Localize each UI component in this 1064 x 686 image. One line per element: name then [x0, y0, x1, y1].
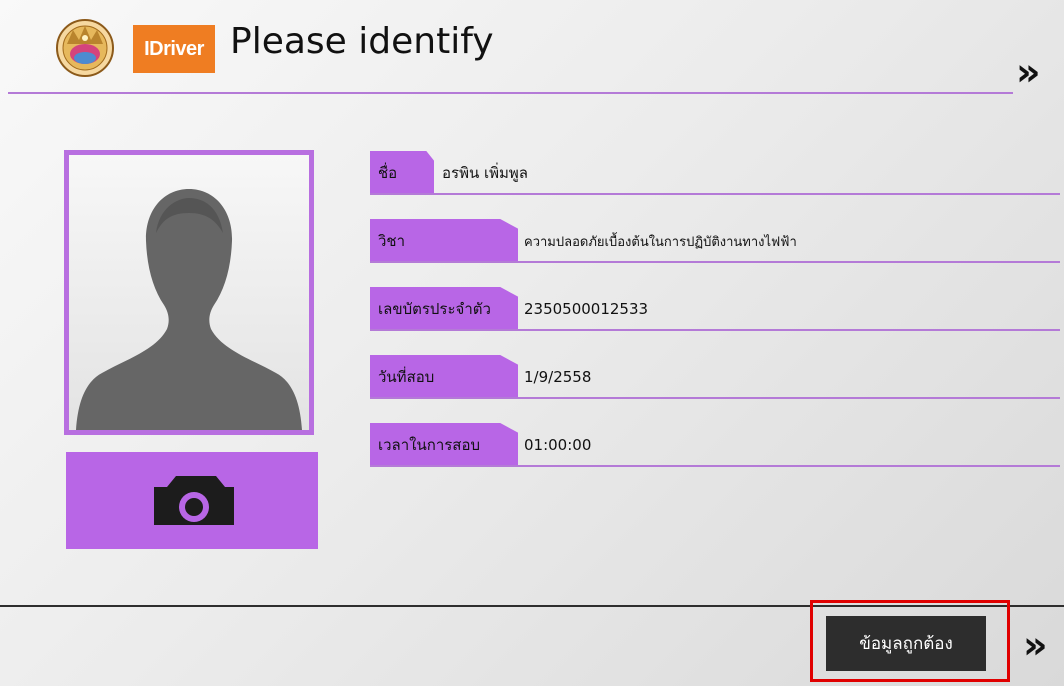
double-chevron-right-icon[interactable]: »	[1016, 52, 1041, 92]
idriver-logo: IDriver	[133, 25, 215, 73]
camera-icon	[154, 476, 234, 525]
info-label: วิชา	[370, 219, 518, 263]
header-divider	[8, 92, 1013, 94]
person-silhouette-icon	[76, 189, 302, 430]
info-row-exam-duration: เวลาในการสอบ 01:00:00	[370, 423, 1060, 467]
info-label: วันที่สอบ	[370, 355, 518, 399]
double-chevron-right-icon[interactable]: »	[1023, 625, 1048, 665]
camera-button[interactable]	[66, 452, 318, 549]
info-row-id-number: เลขบัตรประจำตัว 2350500012533	[370, 287, 1060, 331]
info-label: เลขบัตรประจำตัว	[370, 287, 518, 331]
info-label: ชื่อ	[370, 151, 434, 195]
profile-photo	[64, 150, 314, 435]
info-value: อรพิน เพิ่มพูล	[442, 164, 528, 182]
page-title: Please identify	[230, 21, 494, 62]
row-divider	[370, 193, 1060, 195]
info-value: 01:00:00	[524, 436, 592, 454]
row-divider	[370, 397, 1060, 399]
info-row-subject: วิชา ความปลอดภัยเบื้องต้นในการปฏิบัติงาน…	[370, 219, 1060, 263]
government-seal-logo	[56, 19, 114, 77]
info-value: 1/9/2558	[524, 368, 592, 386]
info-label: เวลาในการสอบ	[370, 423, 518, 467]
row-divider	[370, 261, 1060, 263]
info-value: ความปลอดภัยเบื้องต้นในการปฏิบัติงานทางไฟ…	[524, 234, 797, 250]
page-header: IDriver Please identify »	[0, 0, 1064, 96]
row-divider	[370, 465, 1060, 467]
row-divider	[370, 329, 1060, 331]
info-row-exam-date: วันที่สอบ 1/9/2558	[370, 355, 1060, 399]
info-value: 2350500012533	[524, 300, 649, 318]
info-row-name: ชื่อ อรพิน เพิ่มพูล	[370, 151, 1060, 195]
confirm-data-button[interactable]: ข้อมูลถูกต้อง	[826, 616, 986, 671]
